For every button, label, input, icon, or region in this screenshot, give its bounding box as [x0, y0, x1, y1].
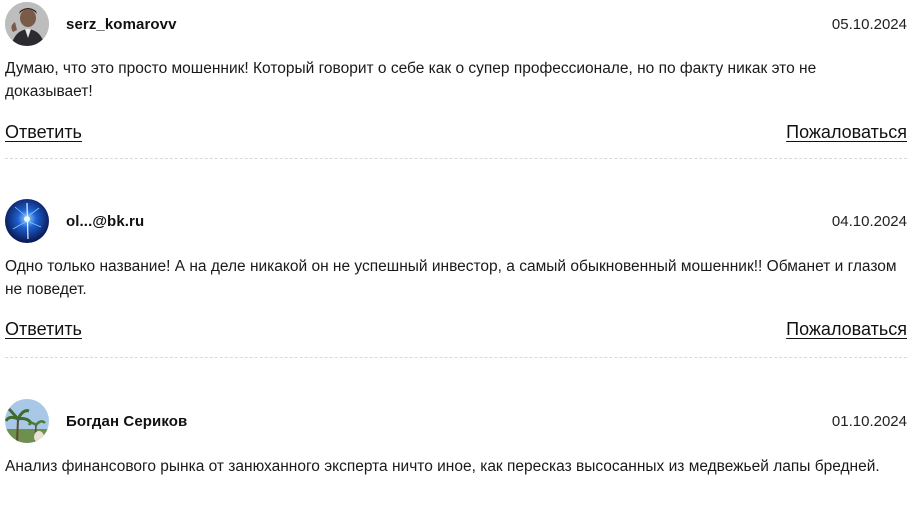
comment-item: serz_komarovv 05.10.2024 Думаю, что это …	[5, 0, 907, 159]
comment-divider	[5, 357, 907, 358]
comment-date: 01.10.2024	[831, 412, 907, 430]
comment-author[interactable]: serz_komarovv	[66, 16, 177, 33]
comments-list: serz_komarovv 05.10.2024 Думаю, что это …	[5, 0, 907, 478]
comment-header: serz_komarovv 05.10.2024	[5, 0, 907, 48]
comment-date: 05.10.2024	[831, 15, 907, 33]
report-button[interactable]: Пожаловаться	[786, 122, 907, 143]
comment-header: ol...@bk.ru 04.10.2024	[5, 197, 907, 245]
comment-text: Думаю, что это просто мошенник! Который …	[5, 60, 817, 100]
comment-item: ol...@bk.ru 04.10.2024 Одно только назва…	[5, 197, 907, 358]
comment-date: 04.10.2024	[831, 212, 907, 230]
comment-author[interactable]: Богдан Сериков	[66, 413, 187, 430]
user-avatar-icon[interactable]	[5, 399, 49, 443]
comment-text: Одно только название! А на деле никакой …	[5, 258, 897, 298]
comment-divider	[5, 158, 907, 159]
comment-header: Богдан Сериков 01.10.2024	[5, 397, 907, 445]
user-avatar-icon[interactable]	[5, 2, 49, 46]
report-button[interactable]: Пожаловаться	[786, 319, 907, 340]
user-avatar-icon[interactable]	[5, 199, 49, 243]
comment-actions: Ответить Пожаловаться	[5, 317, 907, 341]
comment-author[interactable]: ol...@bk.ru	[66, 213, 144, 230]
reply-button[interactable]: Ответить	[5, 319, 82, 340]
reply-button[interactable]: Ответить	[5, 122, 82, 143]
comment-item: Богдан Сериков 01.10.2024 Анализ финансо…	[5, 397, 907, 478]
comment-text: Анализ финансового рынка от занюханного …	[5, 458, 880, 475]
comment-actions: Ответить Пожаловаться	[5, 120, 907, 144]
